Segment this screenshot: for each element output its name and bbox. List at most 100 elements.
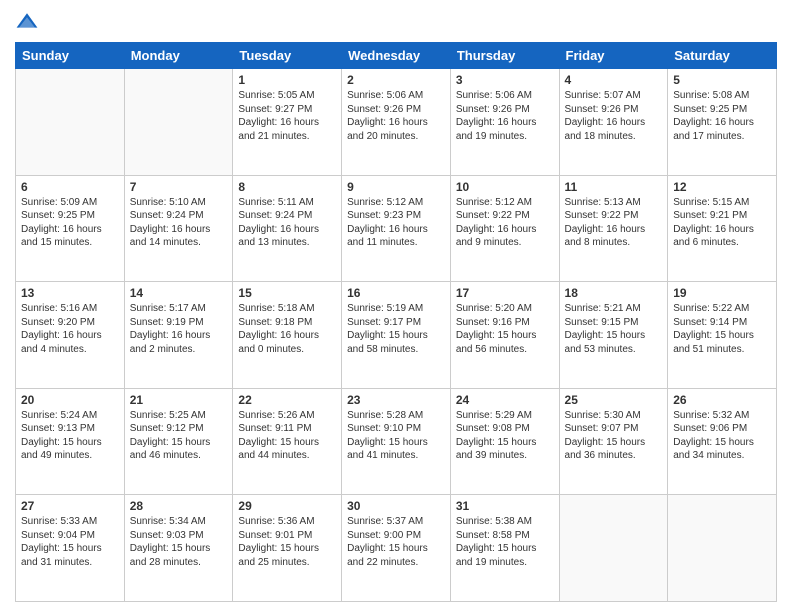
- day-number: 12: [673, 180, 771, 194]
- header: [15, 10, 777, 34]
- day-number: 7: [130, 180, 228, 194]
- cell-info: Sunrise: 5:30 AMSunset: 9:07 PMDaylight:…: [565, 409, 663, 463]
- cell-info: Sunrise: 5:05 AMSunset: 9:27 PMDaylight:…: [238, 89, 336, 143]
- cell-info: Sunrise: 5:11 AMSunset: 9:24 PMDaylight:…: [238, 196, 336, 250]
- cell-info: Sunrise: 5:06 AMSunset: 9:26 PMDaylight:…: [456, 89, 554, 143]
- day-number: 11: [565, 180, 663, 194]
- day-number: 4: [565, 73, 663, 87]
- cell-info: Sunrise: 5:18 AMSunset: 9:18 PMDaylight:…: [238, 302, 336, 356]
- calendar-cell: 9Sunrise: 5:12 AMSunset: 9:23 PMDaylight…: [342, 175, 451, 282]
- calendar-cell: 31 Sunrise: 5:38 AMSunset: 8:58 PMDayligh…: [450, 495, 559, 602]
- cell-info: Sunrise: 5:28 AMSunset: 9:10 PMDaylight:…: [347, 409, 445, 463]
- day-number: 16: [347, 286, 445, 300]
- cell-info: Sunrise: 5:25 AMSunset: 9:12 PMDaylight:…: [130, 409, 228, 463]
- day-number: 3: [456, 73, 554, 87]
- cell-info: Sunrise: 5:20 AMSunset: 9:16 PMDaylight:…: [456, 302, 554, 356]
- day-number: 21: [130, 393, 228, 407]
- weekday-header-saturday: Saturday: [668, 43, 777, 69]
- weekday-header-tuesday: Tuesday: [233, 43, 342, 69]
- calendar-cell: [16, 69, 125, 176]
- calendar-cell: 25 Sunrise: 5:30 AMSunset: 9:07 PMDayligh…: [559, 388, 668, 495]
- day-number: 13: [21, 286, 119, 300]
- day-number: 2: [347, 73, 445, 87]
- page: SundayMondayTuesdayWednesdayThursdayFrid…: [0, 0, 792, 612]
- day-number: 31: [456, 499, 554, 513]
- calendar-cell: 27 Sunrise: 5:33 AMSunset: 9:04 PMDayligh…: [16, 495, 125, 602]
- cell-info: Sunrise: 5:22 AMSunset: 9:14 PMDaylight:…: [673, 302, 771, 356]
- calendar-cell: 7 Sunrise: 5:10 AMSunset: 9:24 PMDaylight…: [124, 175, 233, 282]
- day-number: 22: [238, 393, 336, 407]
- cell-info: Sunrise: 5:21 AMSunset: 9:15 PMDaylight:…: [565, 302, 663, 356]
- cell-info: Sunrise: 5:38 AMSunset: 8:58 PMDaylight:…: [456, 515, 554, 569]
- calendar-cell: 6Sunrise: 5:09 AMSunset: 9:25 PMDaylight…: [16, 175, 125, 282]
- calendar-cell: 30 Sunrise: 5:37 AMSunset: 9:00 PMDayligh…: [342, 495, 451, 602]
- calendar-table: SundayMondayTuesdayWednesdayThursdayFrid…: [15, 42, 777, 602]
- calendar-cell: 2 Sunrise: 5:06 AMSunset: 9:26 PMDaylight…: [342, 69, 451, 176]
- calendar-cell: 16 Sunrise: 5:19 AMSunset: 9:17 PMDayligh…: [342, 282, 451, 389]
- day-number: 20: [21, 393, 119, 407]
- cell-info: Sunrise: 5:12 AMSunset: 9:22 PMDaylight:…: [456, 196, 554, 250]
- calendar-cell: 28 Sunrise: 5:34 AMSunset: 9:03 PMDayligh…: [124, 495, 233, 602]
- calendar-cell: 5 Sunrise: 5:08 AMSunset: 9:25 PMDaylight…: [668, 69, 777, 176]
- day-number: 19: [673, 286, 771, 300]
- calendar-cell: 3 Sunrise: 5:06 AMSunset: 9:26 PMDaylight…: [450, 69, 559, 176]
- week-row-2: 6Sunrise: 5:09 AMSunset: 9:25 PMDaylight…: [16, 175, 777, 282]
- cell-info: Sunrise: 5:08 AMSunset: 9:25 PMDaylight:…: [673, 89, 771, 143]
- calendar-cell: 23 Sunrise: 5:28 AMSunset: 9:10 PMDayligh…: [342, 388, 451, 495]
- day-number: 27: [21, 499, 119, 513]
- calendar-cell: 17 Sunrise: 5:20 AMSunset: 9:16 PMDayligh…: [450, 282, 559, 389]
- cell-info: Sunrise: 5:10 AMSunset: 9:24 PMDaylight:…: [130, 196, 228, 250]
- cell-info: Sunrise: 5:06 AMSunset: 9:26 PMDaylight:…: [347, 89, 445, 143]
- cell-info: Sunrise: 5:16 AMSunset: 9:20 PMDaylight:…: [21, 302, 119, 356]
- day-number: 5: [673, 73, 771, 87]
- calendar-cell: 10 Sunrise: 5:12 AMSunset: 9:22 PMDayligh…: [450, 175, 559, 282]
- day-number: 24: [456, 393, 554, 407]
- cell-info: Sunrise: 5:29 AMSunset: 9:08 PMDaylight:…: [456, 409, 554, 463]
- calendar-cell: 26Sunrise: 5:32 AMSunset: 9:06 PMDayligh…: [668, 388, 777, 495]
- week-row-1: 1 Sunrise: 5:05 AMSunset: 9:27 PMDaylight…: [16, 69, 777, 176]
- day-number: 30: [347, 499, 445, 513]
- weekday-header-monday: Monday: [124, 43, 233, 69]
- day-number: 6: [21, 180, 119, 194]
- weekday-header-wednesday: Wednesday: [342, 43, 451, 69]
- day-number: 10: [456, 180, 554, 194]
- cell-info: Sunrise: 5:34 AMSunset: 9:03 PMDaylight:…: [130, 515, 228, 569]
- calendar-cell: 24 Sunrise: 5:29 AMSunset: 9:08 PMDayligh…: [450, 388, 559, 495]
- cell-info: Sunrise: 5:37 AMSunset: 9:00 PMDaylight:…: [347, 515, 445, 569]
- day-number: 14: [130, 286, 228, 300]
- calendar-cell: 19 Sunrise: 5:22 AMSunset: 9:14 PMDayligh…: [668, 282, 777, 389]
- calendar-cell: 29 Sunrise: 5:36 AMSunset: 9:01 PMDayligh…: [233, 495, 342, 602]
- cell-info: Sunrise: 5:17 AMSunset: 9:19 PMDaylight:…: [130, 302, 228, 356]
- logo-icon: [15, 10, 39, 34]
- calendar-cell: 13 Sunrise: 5:16 AMSunset: 9:20 PMDayligh…: [16, 282, 125, 389]
- day-number: 17: [456, 286, 554, 300]
- calendar-cell: [124, 69, 233, 176]
- calendar-cell: 20 Sunrise: 5:24 AMSunset: 9:13 PMDayligh…: [16, 388, 125, 495]
- calendar-cell: 11Sunrise: 5:13 AMSunset: 9:22 PMDayligh…: [559, 175, 668, 282]
- weekday-header-sunday: Sunday: [16, 43, 125, 69]
- day-number: 25: [565, 393, 663, 407]
- calendar-cell: 4 Sunrise: 5:07 AMSunset: 9:26 PMDaylight…: [559, 69, 668, 176]
- day-number: 29: [238, 499, 336, 513]
- day-number: 23: [347, 393, 445, 407]
- cell-info: Sunrise: 5:33 AMSunset: 9:04 PMDaylight:…: [21, 515, 119, 569]
- calendar-cell: 12 Sunrise: 5:15 AMSunset: 9:21 PMDayligh…: [668, 175, 777, 282]
- cell-info: Sunrise: 5:24 AMSunset: 9:13 PMDaylight:…: [21, 409, 119, 463]
- calendar-cell: 18 Sunrise: 5:21 AMSunset: 9:15 PMDayligh…: [559, 282, 668, 389]
- cell-info: Sunrise: 5:36 AMSunset: 9:01 PMDaylight:…: [238, 515, 336, 569]
- day-number: 28: [130, 499, 228, 513]
- weekday-header-row: SundayMondayTuesdayWednesdayThursdayFrid…: [16, 43, 777, 69]
- calendar-cell: 14 Sunrise: 5:17 AMSunset: 9:19 PMDayligh…: [124, 282, 233, 389]
- cell-info: Sunrise: 5:07 AMSunset: 9:26 PMDaylight:…: [565, 89, 663, 143]
- cell-info: Sunrise: 5:32 AMSunset: 9:06 PMDaylight:…: [673, 409, 771, 463]
- calendar-cell: [559, 495, 668, 602]
- week-row-3: 13 Sunrise: 5:16 AMSunset: 9:20 PMDayligh…: [16, 282, 777, 389]
- calendar-cell: [668, 495, 777, 602]
- day-number: 18: [565, 286, 663, 300]
- cell-info: Sunrise: 5:15 AMSunset: 9:21 PMDaylight:…: [673, 196, 771, 250]
- cell-info: Sunrise: 5:26 AMSunset: 9:11 PMDaylight:…: [238, 409, 336, 463]
- day-number: 1: [238, 73, 336, 87]
- cell-info: Sunrise: 5:19 AMSunset: 9:17 PMDaylight:…: [347, 302, 445, 356]
- week-row-5: 27 Sunrise: 5:33 AMSunset: 9:04 PMDayligh…: [16, 495, 777, 602]
- day-number: 8: [238, 180, 336, 194]
